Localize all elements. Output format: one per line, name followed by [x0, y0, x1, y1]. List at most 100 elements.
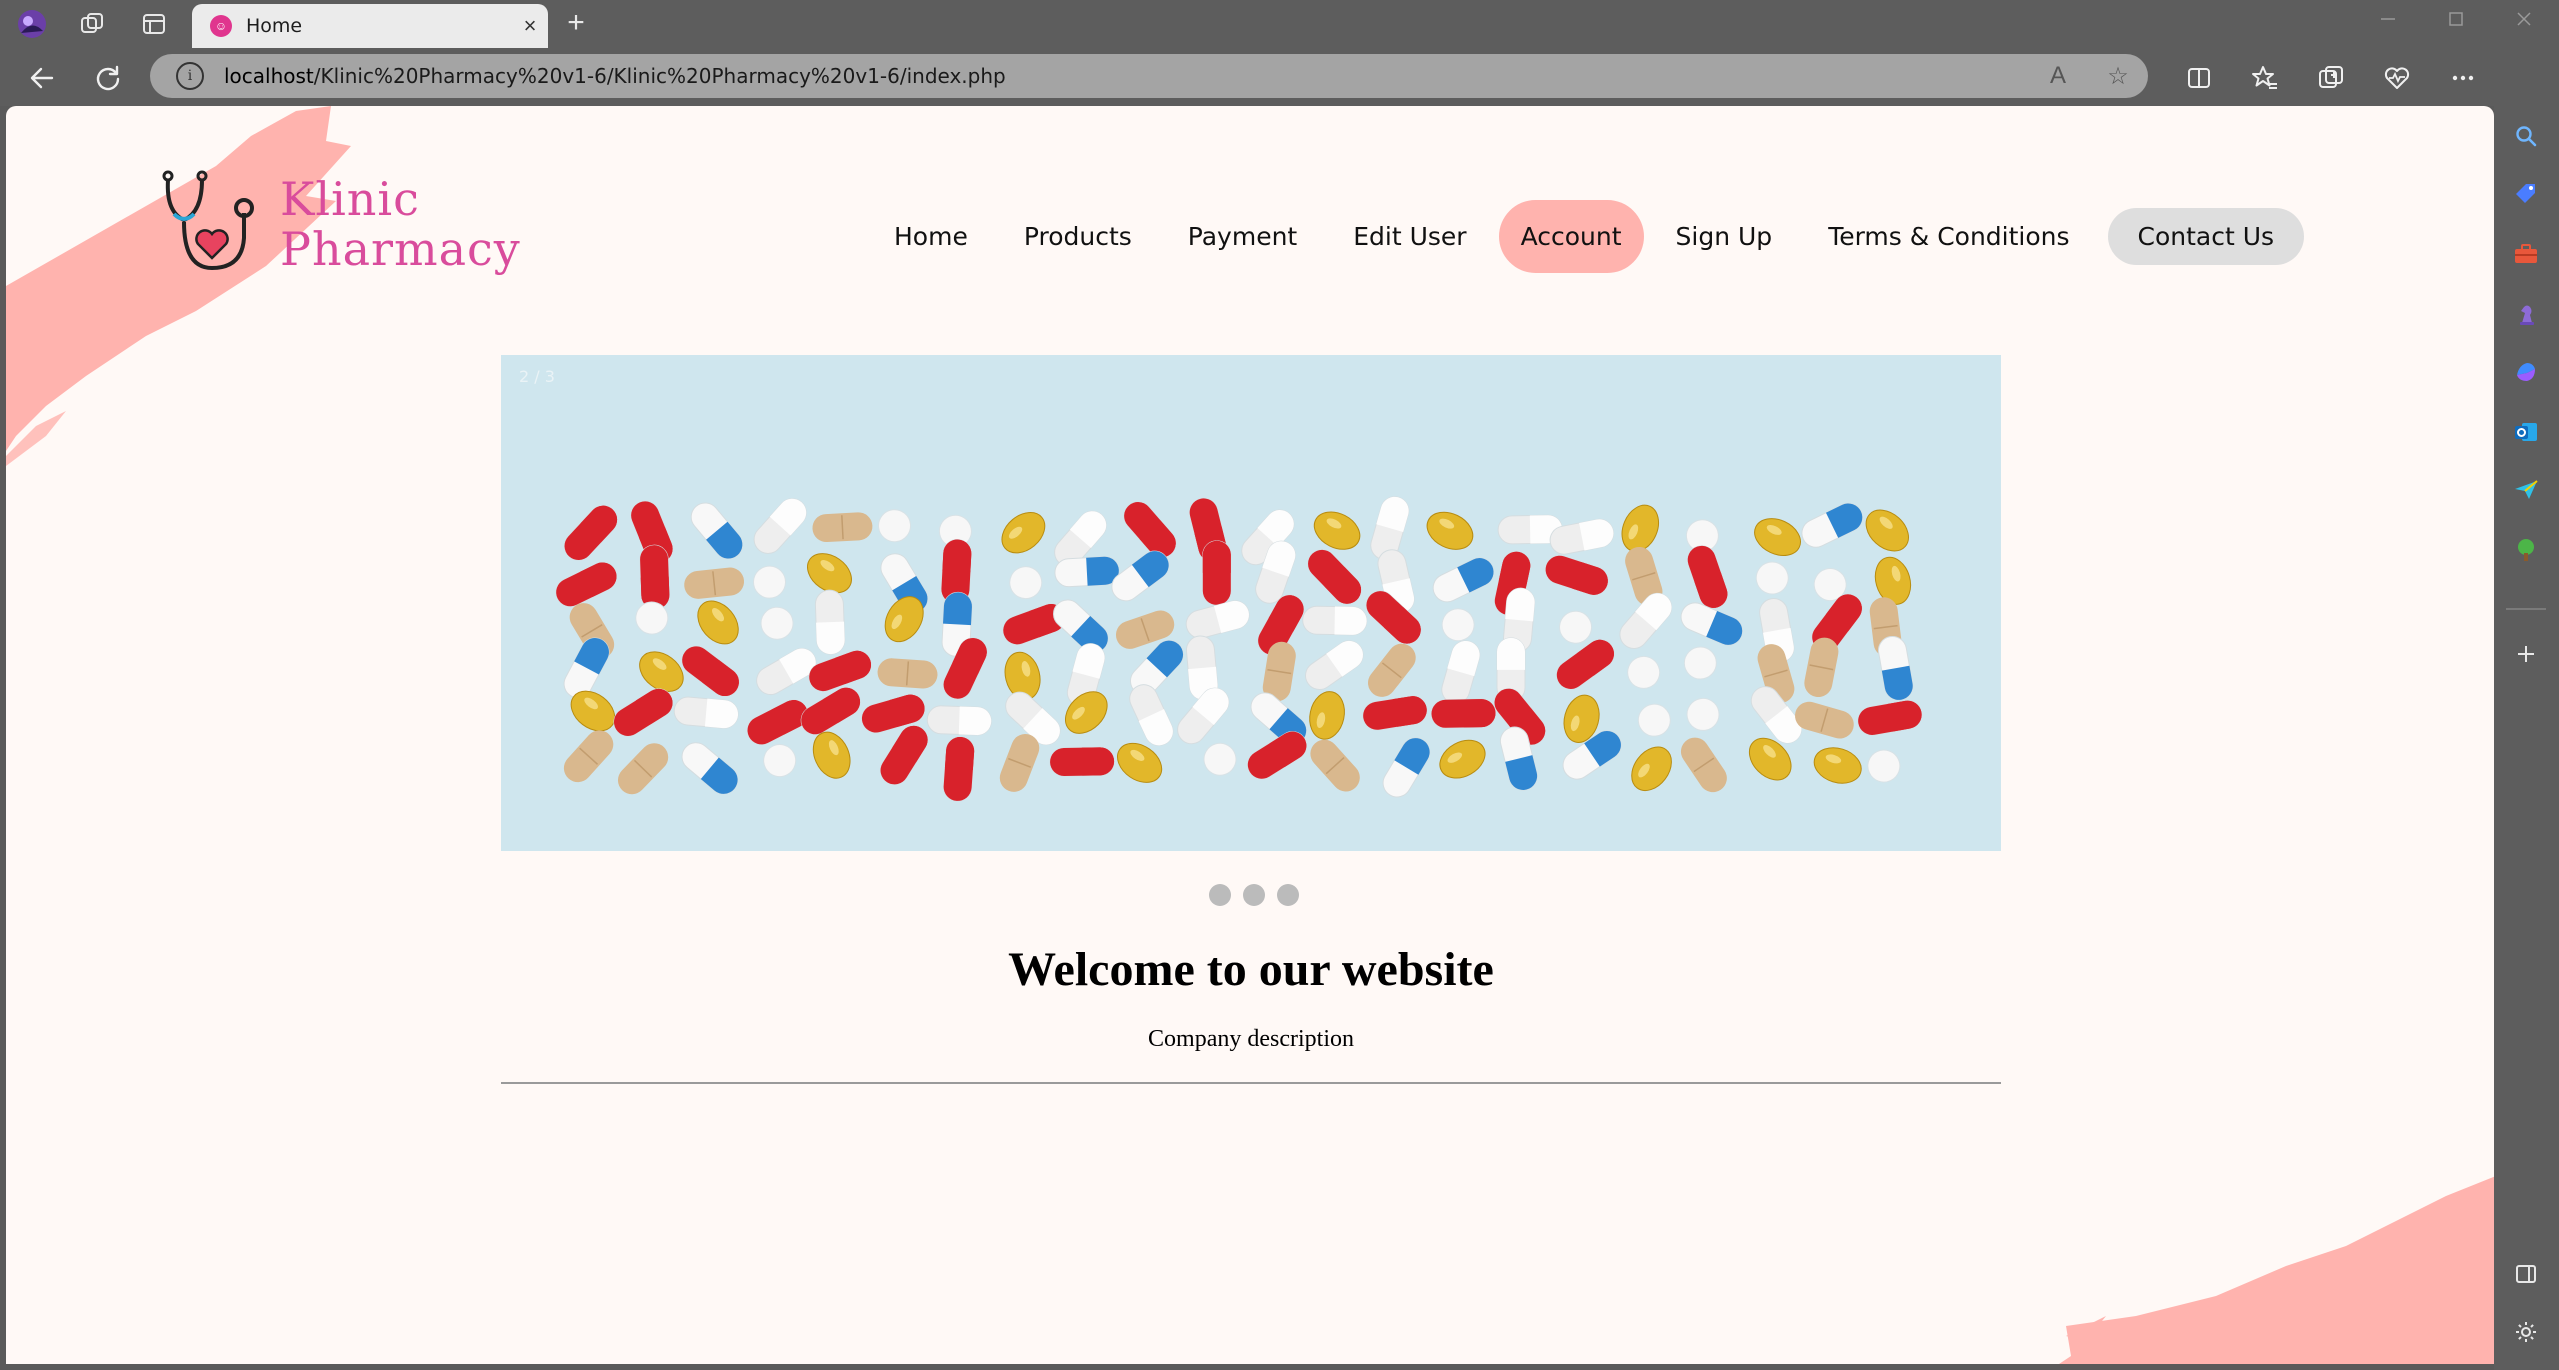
- pill-shape: [1368, 643, 1416, 697]
- new-tab-button[interactable]: +: [556, 6, 596, 40]
- nav-terms[interactable]: Terms & Conditions: [1804, 208, 2093, 265]
- back-button[interactable]: [20, 56, 64, 100]
- pill-shape: [1313, 511, 1361, 550]
- sidebar-tree-button[interactable]: [2508, 532, 2544, 568]
- pill-shape: [1307, 549, 1362, 605]
- sidebar-add-button[interactable]: [2508, 636, 2544, 672]
- heart-pulse-icon: [2384, 67, 2410, 89]
- nav-sign-up[interactable]: Sign Up: [1652, 208, 1797, 265]
- read-aloud-icon[interactable]: A: [2028, 62, 2088, 90]
- image-slideshow[interactable]: 2 / 3: [501, 355, 2001, 851]
- page-viewport: Klinic Pharmacy Home Products Payment Ed…: [6, 106, 2494, 1364]
- pill-shape: [1865, 509, 1909, 552]
- nav-edit-user[interactable]: Edit User: [1329, 208, 1490, 265]
- pills-image: [555, 496, 1923, 802]
- outlook-icon: [2515, 423, 2537, 441]
- pill-shape: [613, 688, 674, 737]
- minimize-button[interactable]: [2358, 8, 2418, 34]
- back-arrow-icon: [30, 67, 54, 89]
- minimize-icon: [2381, 18, 2395, 20]
- sidebar-search-button[interactable]: [2508, 118, 2544, 154]
- profile-icon: [18, 10, 46, 38]
- pill-shape: [1559, 610, 1593, 644]
- slide-dot[interactable]: [1277, 884, 1299, 906]
- close-window-button[interactable]: [2494, 8, 2554, 34]
- pill-shape: [1687, 545, 1728, 609]
- pill-shape: [639, 544, 670, 610]
- pill-shape: [877, 658, 938, 689]
- site-info-icon[interactable]: i: [176, 62, 204, 90]
- slide-dot[interactable]: [1209, 884, 1231, 906]
- split-screen-button[interactable]: [2174, 56, 2224, 100]
- pill-shape: [1310, 739, 1360, 792]
- pill-shape: [1627, 655, 1661, 689]
- nav-products[interactable]: Products: [1000, 208, 1156, 265]
- toolbox-icon: [2515, 244, 2537, 263]
- pill-shape: [1054, 556, 1120, 588]
- plus-icon: [2518, 646, 2534, 662]
- pill-shape: [763, 744, 797, 778]
- shopping-tag-icon: [2516, 184, 2535, 203]
- tab-actions-button[interactable]: [128, 6, 180, 42]
- tree-icon: [2518, 539, 2534, 561]
- address-bar[interactable]: i localhost/Klinic%20Pharmacy%20v1-6/Kli…: [150, 54, 2148, 98]
- site-logo[interactable]: Klinic Pharmacy: [162, 168, 522, 288]
- browser-toolbar: i localhost/Klinic%20Pharmacy%20v1-6/Kli…: [0, 48, 2559, 106]
- contact-us-button[interactable]: Contact Us: [2107, 207, 2305, 265]
- pill-shape: [681, 645, 740, 697]
- pill-shape: [1426, 511, 1474, 550]
- nav-payment[interactable]: Payment: [1164, 208, 1321, 265]
- sidebar-games-button[interactable]: [2508, 296, 2544, 332]
- pill-shape: [760, 606, 794, 640]
- pill-shape: [1111, 550, 1170, 602]
- nav-home[interactable]: Home: [870, 208, 992, 265]
- more-button[interactable]: [2438, 56, 2488, 100]
- workspaces-button[interactable]: [66, 6, 118, 42]
- favorites-icon: [2252, 66, 2277, 89]
- refresh-button[interactable]: [86, 56, 130, 100]
- slide-dot[interactable]: [1243, 884, 1265, 906]
- sidebar-outlook-button[interactable]: [2508, 414, 2544, 450]
- collections-button[interactable]: [2306, 56, 2356, 100]
- sidebar-tools-button[interactable]: [2508, 236, 2544, 272]
- maximize-button[interactable]: [2426, 8, 2486, 34]
- vertical-tabs-icon: [143, 14, 165, 34]
- url-text[interactable]: localhost/Klinic%20Pharmacy%20v1-6/Klini…: [224, 64, 2028, 88]
- pill-shape: [1305, 640, 1364, 691]
- pill-shape: [814, 589, 846, 655]
- welcome-heading: Welcome to our website: [1008, 943, 1494, 996]
- m365-icon: [2517, 363, 2535, 381]
- slide-dots: [1203, 884, 1305, 906]
- tab-home[interactable]: ☺ Home ×: [192, 4, 548, 48]
- pill-shape: [812, 512, 873, 543]
- pill-shape: [1637, 703, 1671, 737]
- logo-line-2: Pharmacy: [280, 222, 521, 276]
- pill-shape: [1801, 502, 1863, 548]
- sidebar-drop-button[interactable]: [2508, 472, 2544, 508]
- pill-shape: [943, 736, 975, 802]
- sidebar-shopping-button[interactable]: [2508, 176, 2544, 212]
- favorite-star-icon[interactable]: ☆: [2088, 62, 2148, 91]
- pill-shape: [684, 567, 745, 599]
- profile-avatar[interactable]: [6, 6, 58, 42]
- pill-shape: [1009, 566, 1043, 600]
- pill-shape: [1441, 608, 1475, 642]
- stethoscope-heart-icon: [162, 170, 254, 271]
- pill-shape: [1556, 639, 1615, 690]
- pill-shape: [1203, 742, 1237, 776]
- nav-account[interactable]: Account: [1498, 199, 1644, 273]
- favorites-button[interactable]: [2240, 56, 2290, 100]
- more-icon: [2452, 75, 2474, 81]
- sidebar-hide-button[interactable]: [2508, 1256, 2544, 1292]
- close-tab-icon[interactable]: ×: [512, 13, 548, 39]
- pill-shape: [555, 561, 618, 607]
- pill-shape: [1001, 512, 1046, 554]
- pill-shape: [800, 687, 861, 735]
- logo-line-1: Klinic: [280, 172, 420, 226]
- top-left-brush-decoration: [6, 106, 351, 466]
- company-description: Company description: [1148, 1026, 1354, 1052]
- sidebar-settings-button[interactable]: [2508, 1314, 2544, 1350]
- performance-button[interactable]: [2372, 56, 2422, 100]
- pill-shape: [1804, 637, 1839, 698]
- sidebar-copilot-app-button[interactable]: [2508, 354, 2544, 390]
